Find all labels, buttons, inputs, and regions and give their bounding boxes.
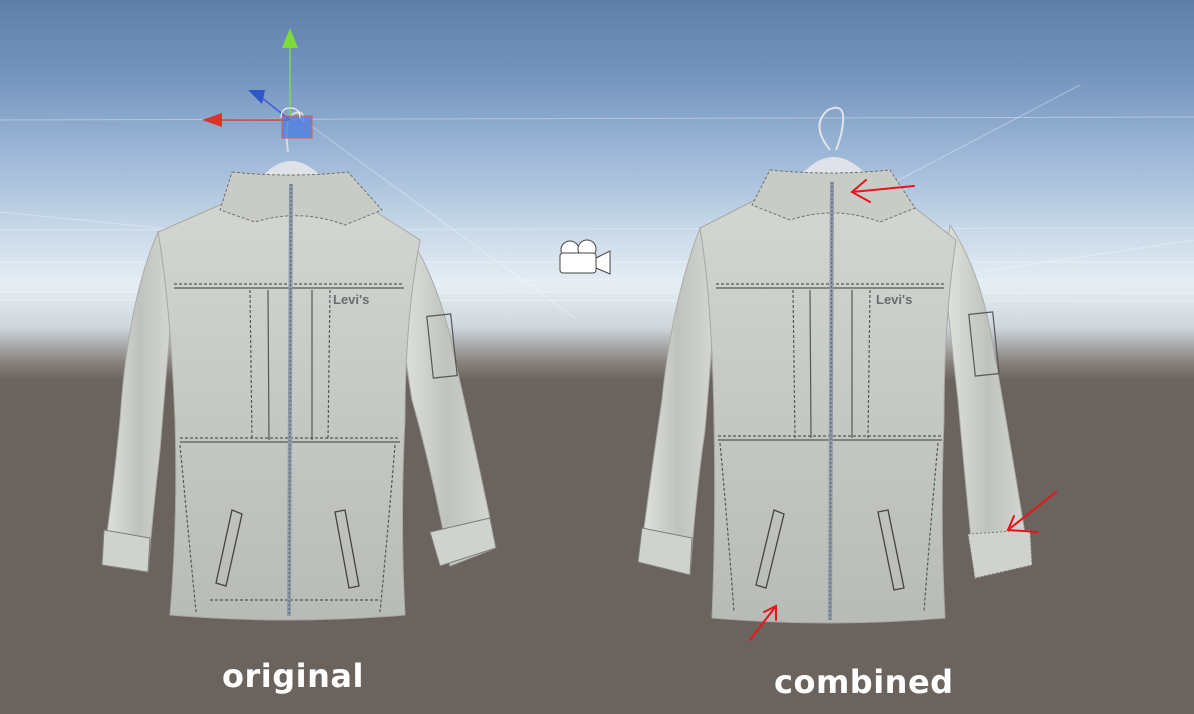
scene-overlay: Levi's Levi's <box>0 28 1194 641</box>
scene-camera-icon[interactable] <box>556 238 614 278</box>
right-sleeve <box>943 223 1031 579</box>
x-axis-handle[interactable] <box>202 113 222 127</box>
left-cuff <box>101 529 151 573</box>
jacket-combined[interactable]: Levi's <box>637 106 1057 641</box>
caption-original: original <box>222 657 364 695</box>
y-axis-handle[interactable] <box>282 28 298 48</box>
brand-logo: Levi's <box>876 292 912 307</box>
hanger <box>802 157 866 174</box>
brand-logo: Levi's <box>333 292 369 307</box>
jacket-original[interactable]: Levi's <box>101 111 497 621</box>
hanger-hook <box>818 106 845 151</box>
right-cuff <box>429 517 497 567</box>
scene-view[interactable]: Levi's Levi's original combined <box>0 0 1194 714</box>
right-cuff <box>967 529 1033 579</box>
center-handle[interactable] <box>281 115 313 139</box>
jacket-body <box>699 199 957 624</box>
caption-combined: combined <box>774 663 954 701</box>
move-gizmo-icon[interactable] <box>202 28 313 139</box>
z-axis-handle[interactable] <box>248 90 265 104</box>
left-sleeve <box>101 230 176 573</box>
